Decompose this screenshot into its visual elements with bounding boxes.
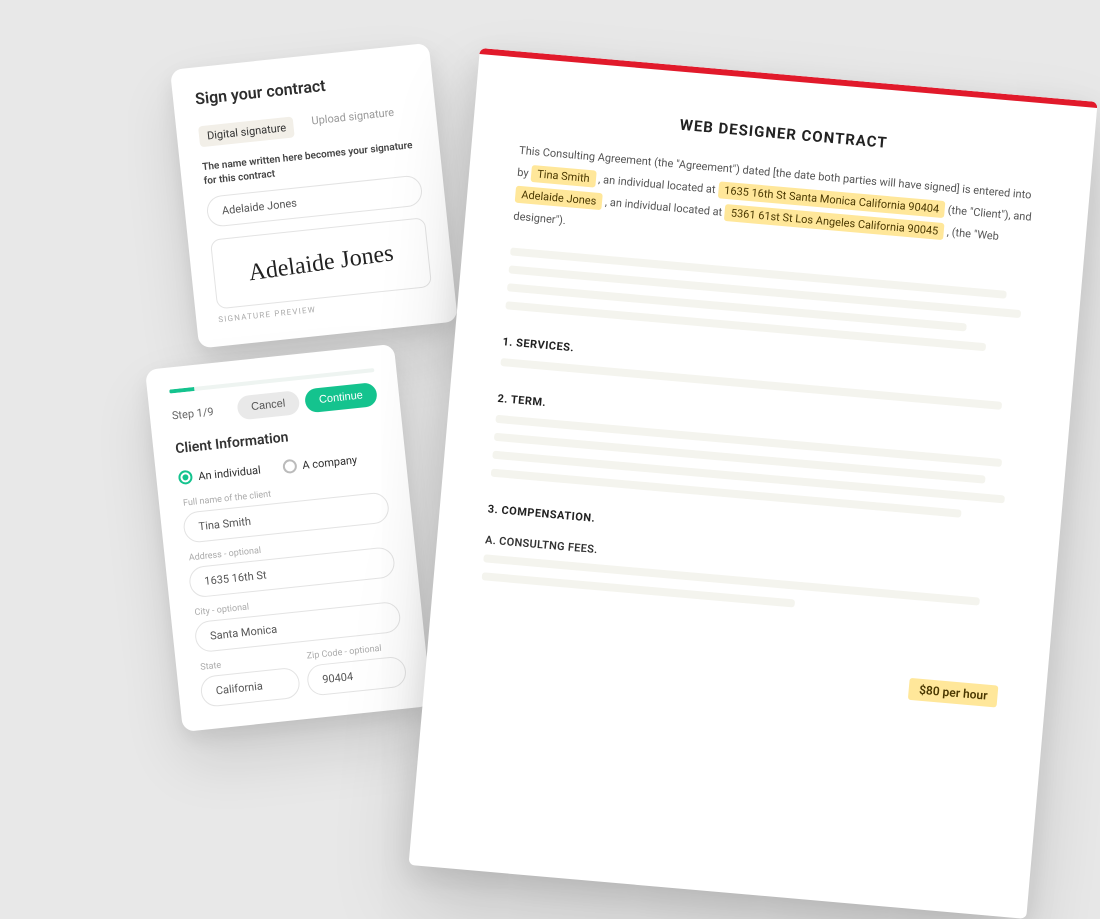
step-label: Step 1/9 [171,405,214,422]
zip-input[interactable]: 90404 [306,655,408,696]
contract-text: , an individual located at [598,173,719,196]
rate-box: $80 per hour [474,640,998,708]
radio-label: An individual [198,463,262,482]
contract-text: (the "Client"), and [947,203,1032,223]
client-info-wizard-card: Step 1/9 Cancel Continue Client Informat… [145,344,432,732]
signature-preview: Adelaide Jones [247,240,395,287]
signature-tabs: Digital signature Upload signature [198,104,415,147]
contract-document: WEB DESIGNER CONTRACT This Consulting Ag… [409,48,1098,919]
cancel-button[interactable]: Cancel [236,390,300,420]
hl-designer-name: Adelaide Jones [515,186,603,211]
radio-icon [178,470,193,485]
radio-company[interactable]: A company [282,452,358,474]
sign-title: Sign your contract [194,67,411,108]
tab-upload-signature[interactable]: Upload signature [311,106,396,136]
state-input[interactable]: California [199,667,301,708]
sign-contract-card: Sign your contract Digital signature Upl… [170,43,458,349]
continue-button[interactable]: Continue [304,382,378,413]
radio-label: A company [302,453,358,472]
contract-text: , an individual located at [604,196,725,219]
hl-rate: $80 per hour [908,678,998,708]
hl-client-name: Tina Smith [531,165,597,188]
section-title: Client Information [175,420,382,457]
client-type-radio-group: An individual A company [178,450,384,485]
contract-body: This Consulting Agreement (the "Agreemen… [512,140,1042,273]
radio-icon [282,459,297,474]
radio-individual[interactable]: An individual [178,463,262,486]
tab-digital-signature[interactable]: Digital signature [198,116,295,147]
